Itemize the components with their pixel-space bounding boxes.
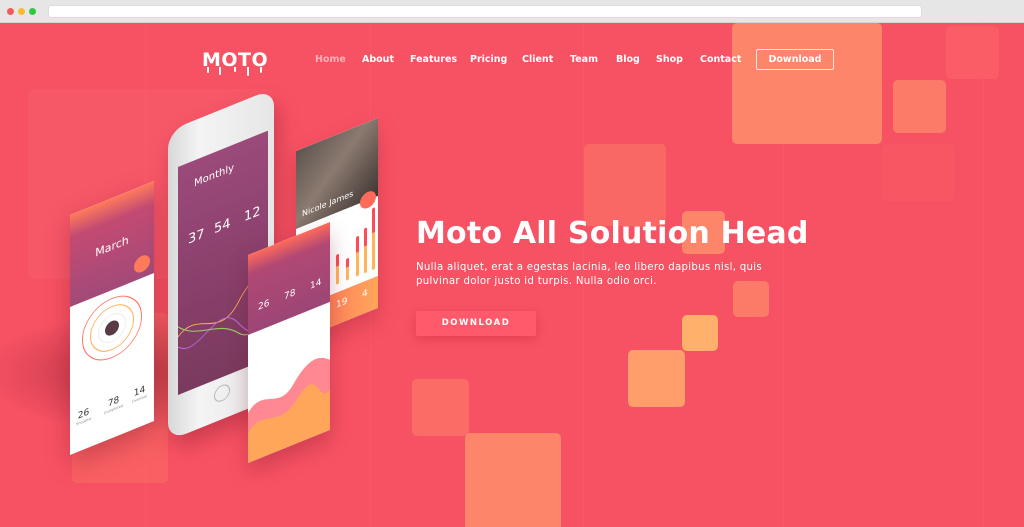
bg-square [628, 350, 685, 407]
browser-chrome [0, 0, 1024, 23]
stat: 78 [284, 287, 296, 303]
area-chart [248, 357, 330, 463]
hero-title: Moto All Solution Head [416, 216, 809, 251]
stat: 26 Snoozed [76, 407, 91, 427]
logo-drip [207, 67, 209, 73]
nav-home[interactable]: Home [315, 54, 346, 65]
zoom-window-button[interactable] [29, 8, 36, 15]
phone-screen-title: Monthly [194, 162, 235, 190]
logo-drip [260, 67, 262, 73]
minimize-window-button[interactable] [18, 8, 25, 15]
bg-square [893, 80, 946, 133]
stat: 26 [258, 298, 270, 313]
bg-square [882, 144, 955, 201]
hero-section: MOTO Home About Features Pricing Client … [0, 23, 1024, 527]
nav-team[interactable]: Team [570, 54, 598, 65]
nav-blog[interactable]: Blog [616, 54, 640, 65]
address-bar[interactable] [48, 5, 922, 18]
logo[interactable]: MOTO [202, 49, 268, 76]
profile-name: Nicole James [302, 188, 354, 219]
profile-photo: Nicole James [296, 117, 378, 229]
stat: 12 [244, 203, 261, 226]
stat: 14 Overdue [132, 384, 147, 404]
logo-drip [219, 67, 221, 75]
logo-drip [247, 67, 249, 76]
chart-bar [336, 253, 339, 285]
bg-square [412, 379, 469, 436]
stat: 4 [362, 288, 368, 301]
bg-square [584, 144, 666, 226]
stat: 78 Completed [104, 395, 124, 416]
nav-pricing[interactable]: Pricing [470, 54, 507, 65]
logo-drip [234, 67, 236, 72]
stat: 37 [188, 226, 205, 248]
close-window-button[interactable] [7, 8, 14, 15]
chart-bar [372, 207, 375, 271]
bg-square [732, 23, 882, 144]
hero-subtitle: Nulla aliquet, erat a egestas lacinia, l… [416, 262, 763, 287]
chart-bar [364, 227, 367, 274]
chart-bar [356, 235, 359, 277]
nav-download-button[interactable]: Download [756, 49, 834, 70]
home-button [214, 381, 230, 405]
bg-square [682, 315, 718, 351]
fab-icon [134, 252, 150, 276]
mid-app-screen: 26 78 14 [248, 221, 330, 463]
nav-about[interactable]: About [362, 54, 394, 65]
bg-square [465, 433, 561, 527]
chart-bar [346, 257, 349, 281]
stat: 14 [310, 277, 322, 292]
bg-line [983, 23, 984, 527]
nav-shop[interactable]: Shop [656, 54, 683, 65]
hero-download-button[interactable]: DOWNLOAD [416, 311, 536, 336]
bg-square [946, 26, 999, 79]
left-app-screen: March 26 Snoozed 78 Completed 14 Overdue [70, 181, 154, 455]
stat: 54 [214, 215, 231, 238]
stat: 19 [336, 296, 348, 311]
nav-client[interactable]: Client [522, 54, 553, 65]
nav-features[interactable]: Features [410, 54, 457, 65]
nav-contact[interactable]: Contact [700, 54, 741, 65]
